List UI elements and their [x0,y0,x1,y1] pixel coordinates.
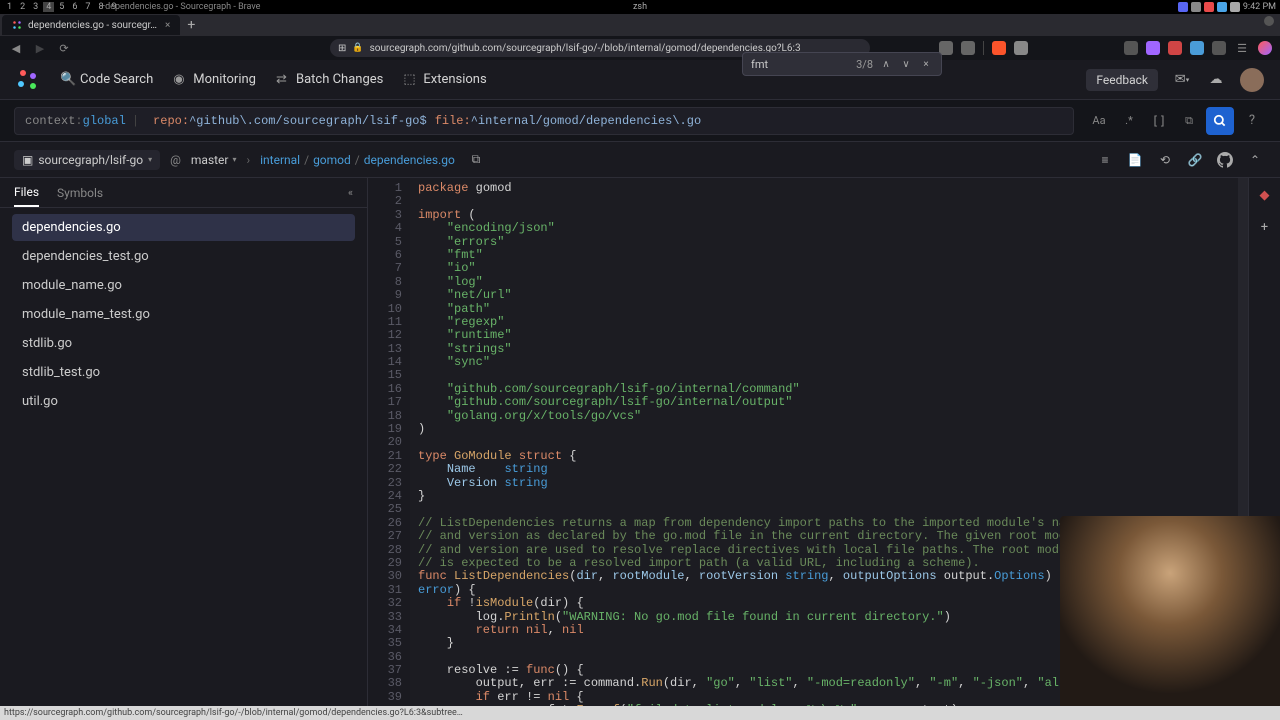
file-item[interactable]: stdlib.go [12,330,355,357]
find-count: 3/8 [856,58,873,71]
tab-files[interactable]: Files [14,179,39,207]
tray-icon[interactable] [1230,2,1240,12]
repo-icon: ▣ [22,153,33,167]
reload-button[interactable]: ⟳ [56,40,72,56]
tab-title: dependencies.go - sourcegr… [28,20,157,31]
file-item[interactable]: module_name_test.go [12,301,355,328]
raw-file-icon[interactable]: 📄 [1124,149,1146,171]
profile-avatar[interactable] [1258,41,1272,55]
nav-monitoring[interactable]: ◉ Monitoring [173,72,256,87]
nav-batch-changes[interactable]: ⇄ Batch Changes [276,72,383,87]
extension-icon[interactable] [1014,41,1028,55]
browser-tab[interactable]: dependencies.go - sourcegr… × [2,15,180,35]
browser-url-bar: ◀ ▶ ⟳ ⊞ 🔒 sourcegraph.com/github.com/sou… [0,36,1280,60]
monitor-icon: ◉ [173,73,187,87]
path-segment[interactable]: dependencies.go [364,153,455,167]
site-info-icon[interactable]: ⊞ [338,43,346,54]
nav-code-search[interactable]: 🔍 Code Search [60,72,153,87]
line-wrap-icon[interactable]: ≡ [1094,149,1116,171]
chevron-down-icon: ▾ [148,155,152,164]
permalink-icon[interactable]: 🔗 [1184,149,1206,171]
find-in-page-bar[interactable]: fmt 3/8 ∧ ∨ × [742,52,942,76]
search-icon: 🔍 [60,73,74,87]
puzzle-icon: ⬚ [403,73,417,87]
extension-icon[interactable] [1190,41,1204,55]
search-input[interactable]: context:global | repo:^github\.com/sourc… [14,107,1074,135]
file-item[interactable]: stdlib_test.go [12,359,355,386]
copy-path-button[interactable]: ⧉ [465,149,487,171]
cloud-icon[interactable]: ☁ [1206,70,1226,90]
breadcrumb-bar: ▣ sourcegraph/lsif-go ▾ @ master ▾ › int… [0,142,1280,178]
feedback-button[interactable]: Feedback [1086,69,1158,91]
app-top-nav: 🔍 Code Search ◉ Monitoring ⇄ Batch Chang… [0,60,1280,100]
clock: 9:42 PM [1243,2,1276,12]
sidebar-collapse-button[interactable]: « [348,186,353,199]
search-bar-row: context:global | repo:^github\.com/sourc… [0,100,1280,142]
find-close-button[interactable]: × [919,59,933,70]
wm-window-title: zsh [633,2,647,12]
chevron-down-icon: ▾ [233,155,237,164]
extension-icon[interactable] [1124,41,1138,55]
tray-icon[interactable] [1178,2,1188,12]
ext-git-icon[interactable]: ◆ [1256,186,1274,204]
file-item[interactable]: dependencies.go [12,214,355,241]
puzzle-icon[interactable] [1212,41,1226,55]
path-segment[interactable]: gomod [313,153,351,167]
structural-toggle[interactable]: [] [1146,108,1172,134]
tab-symbols[interactable]: Symbols [57,180,103,206]
search-submit-button[interactable] [1206,107,1234,135]
extension-icon[interactable] [961,41,975,55]
url-text: sourcegraph.com/github.com/sourcegraph/l… [370,43,801,54]
hover-url: https://sourcegraph.com/github.com/sourc… [4,708,463,718]
back-button[interactable]: ◀ [8,40,24,56]
batch-icon: ⇄ [276,73,290,87]
github-icon[interactable] [1214,149,1236,171]
help-button[interactable]: ? [1238,107,1266,135]
find-query: fmt [751,58,768,71]
forward-button[interactable]: ▶ [32,40,48,56]
bookmarks-icon[interactable]: ☰ [1234,40,1250,56]
mail-icon[interactable]: ✉▾ [1172,70,1192,90]
case-sensitive-toggle[interactable]: Aa [1086,108,1112,134]
history-icon[interactable]: ⟲ [1154,149,1176,171]
window-close-icon[interactable] [1264,16,1274,26]
extension-icon[interactable] [1168,41,1182,55]
status-bar: https://sourcegraph.com/github.com/sourc… [0,706,1280,720]
window-title: +dependencies.go - Sourcegraph - Brave [100,2,260,12]
nav-extensions[interactable]: ⬚ Extensions [403,72,486,87]
file-item[interactable]: module_name.go [12,272,355,299]
user-avatar[interactable] [1240,68,1264,92]
sourcegraph-logo[interactable] [16,68,40,92]
collapse-up-icon[interactable]: ⌃ [1244,149,1266,171]
brave-shields-icon[interactable] [992,41,1006,55]
lock-icon: 🔒 [352,43,363,53]
path-segment[interactable]: internal [260,153,300,167]
file-item[interactable]: dependencies_test.go [12,243,355,270]
find-prev-button[interactable]: ∧ [879,59,893,70]
tray-icon[interactable] [1204,2,1214,12]
file-list: dependencies.godependencies_test.gomodul… [0,208,367,423]
tray-icon[interactable] [1217,2,1227,12]
copy-query-button[interactable]: ⧉ [1176,108,1202,134]
file-path-breadcrumb: internal / gomod / dependencies.go [260,153,455,167]
repo-selector[interactable]: ▣ sourcegraph/lsif-go ▾ [14,150,160,170]
find-next-button[interactable]: ∨ [899,59,913,70]
browser-tab-strip: dependencies.go - sourcegr… × + +depende… [0,14,1280,36]
tray-icon[interactable] [1191,2,1201,12]
branch-selector[interactable]: master ▾ [191,153,237,167]
extension-icon[interactable] [1146,41,1160,55]
tab-close-icon[interactable]: × [165,20,170,31]
new-tab-button[interactable]: + [182,17,200,33]
regex-toggle[interactable]: .* [1116,108,1142,134]
line-gutter: 1234567891011121314151617181920212223242… [368,178,410,706]
file-item[interactable]: util.go [12,388,355,415]
webcam-overlay [1060,516,1280,706]
file-sidebar: Files Symbols « dependencies.godependenc… [0,178,368,706]
add-panel-icon[interactable]: + [1256,218,1274,236]
